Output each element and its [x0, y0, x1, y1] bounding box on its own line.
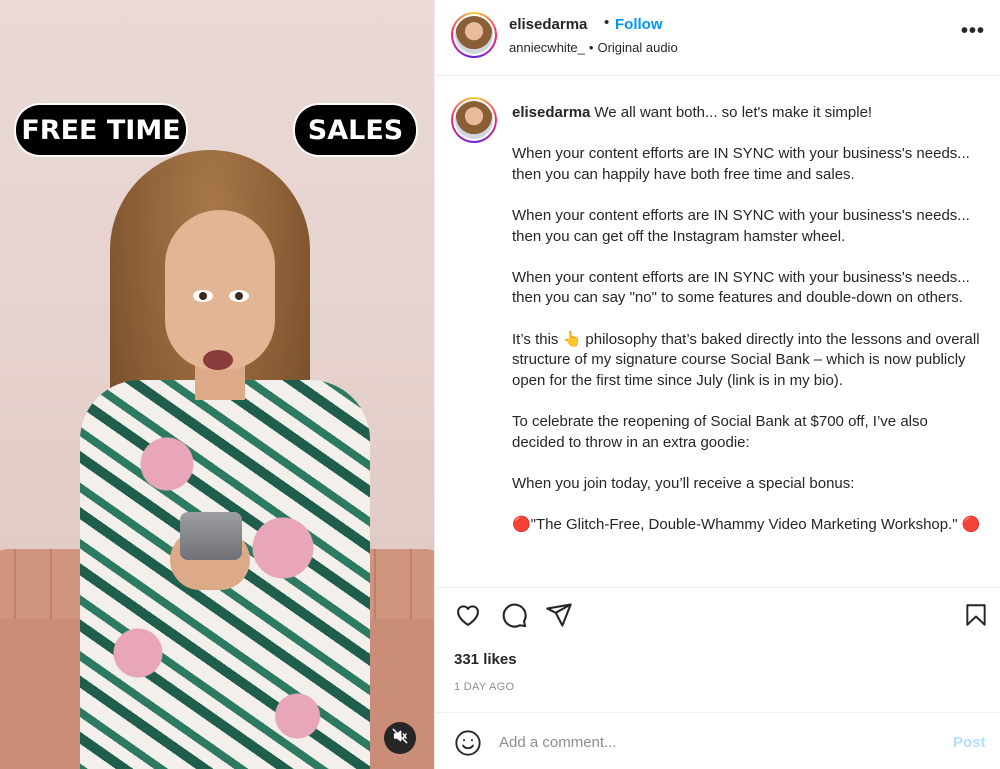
original-audio-link[interactable]: Original audio	[597, 40, 677, 55]
overlay-label-sales: SALES	[295, 105, 416, 155]
post-caption: elisedarma We all want both... so let's m…	[512, 103, 982, 556]
comment-bubble-icon	[500, 601, 528, 634]
mute-button[interactable]	[384, 722, 416, 754]
post-panel: elisedarma • Follow anniecwhite_ • Origina…	[434, 0, 1000, 769]
caption-paragraph: elisedarma We all want both... so let's m…	[512, 104, 873, 121]
comment-bar: Post	[435, 712, 1000, 769]
smiley-icon	[454, 730, 482, 761]
caption-paragraph: 🔴"The Glitch-Free, Double-Whammy Video M…	[512, 515, 981, 533]
audio-user-link[interactable]: anniecwhite_	[509, 40, 585, 55]
caption-username[interactable]: elisedarma	[512, 104, 590, 121]
bookmark-icon	[963, 601, 989, 634]
post-actions: 331 likes 1 DAY AGO	[435, 587, 1000, 712]
follow-button[interactable]: Follow	[615, 16, 663, 33]
overlay-label-free-time: FREE TIME	[16, 105, 186, 155]
author-username[interactable]: elisedarma	[509, 16, 587, 33]
video-person	[70, 150, 390, 769]
caption-author-avatar[interactable]	[451, 97, 497, 143]
post-timestamp[interactable]: 1 DAY AGO	[454, 681, 514, 693]
share-button[interactable]	[544, 602, 574, 632]
more-options-icon[interactable]: •••	[961, 21, 985, 46]
like-button[interactable]	[453, 602, 483, 632]
save-button[interactable]	[961, 602, 991, 632]
reel-video[interactable]: FREE TIME SALES	[0, 0, 434, 769]
caption-paragraph: When your content efforts are IN SYNC wi…	[512, 145, 970, 183]
heart-icon	[454, 601, 482, 634]
caption-paragraph: When your content efforts are IN SYNC wi…	[512, 268, 970, 307]
comment-input[interactable]	[499, 730, 919, 754]
caption-paragraph: When you join today, you’ll receive a sp…	[512, 474, 855, 492]
header-separator: •	[604, 14, 610, 31]
caption-paragraph: It’s this 👆 philosophy that’s baked dire…	[512, 330, 980, 389]
comment-button[interactable]	[499, 602, 529, 632]
speaker-muted-icon	[392, 728, 408, 749]
caption-scroll-area[interactable]: elisedarma We all want both... so let's m…	[435, 77, 1000, 587]
audio-info: anniecwhite_ • Original audio	[509, 40, 678, 55]
post-header: elisedarma • Follow anniecwhite_ • Origina…	[435, 0, 1000, 76]
caption-paragraph: When your content efforts are IN SYNC wi…	[512, 206, 970, 245]
emoji-button[interactable]	[454, 729, 482, 757]
caption-paragraph: To celebrate the reopening of Social Ban…	[512, 412, 928, 451]
author-avatar[interactable]	[451, 12, 497, 58]
post-comment-button[interactable]: Post	[953, 734, 986, 751]
paper-plane-icon	[545, 601, 573, 634]
phone-prop	[180, 512, 242, 560]
likes-count[interactable]: 331 likes	[454, 651, 517, 668]
